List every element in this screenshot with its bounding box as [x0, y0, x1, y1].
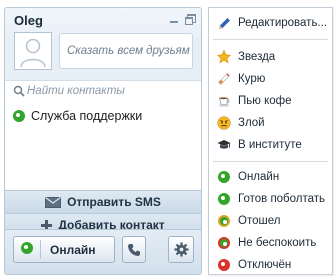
graduation-cap-icon [217, 138, 231, 152]
profile-header: Oleg Сказать всем друзьям [5, 8, 201, 80]
phone-icon [128, 243, 140, 256]
send-sms-button[interactable]: Отправить SMS [5, 190, 201, 213]
contact-list: Служба поддержки [5, 102, 201, 202]
online-status-icon [218, 171, 230, 183]
menu-divider [213, 161, 328, 162]
menu-item-label: Онлайн [238, 171, 280, 183]
search-icon [13, 85, 25, 97]
menu-item-label: Звезда [238, 51, 276, 63]
person-silhouette-icon [20, 38, 46, 68]
envelope-icon [45, 196, 62, 208]
messenger-panel: Oleg Сказать всем друзьям Найти контакты… [4, 7, 202, 275]
send-sms-label: Отправить SMS [67, 195, 161, 209]
avatar[interactable] [14, 32, 52, 70]
status-selector-label: Онлайн [50, 243, 96, 257]
status-message-input[interactable]: Сказать всем друзьям [59, 33, 193, 69]
pencil-icon [217, 16, 231, 30]
do-not-disturb-status-icon [218, 237, 230, 249]
menu-item-status-away[interactable]: Отошел [209, 210, 332, 232]
menu-item-mood-star[interactable]: Звезда [209, 46, 332, 68]
list-item[interactable]: Служба поддержки [13, 109, 142, 123]
angry-face-icon [217, 116, 231, 130]
search-input[interactable]: Найти контакты [27, 85, 125, 97]
call-button[interactable] [122, 236, 146, 263]
menu-item-label: Курю [238, 73, 266, 85]
menu-item-status-chat[interactable]: Готов поболтать [209, 188, 332, 210]
menu-item-status-online[interactable]: Онлайн [209, 166, 332, 188]
minimize-icon[interactable] [169, 14, 179, 24]
free-for-chat-status-icon [218, 193, 230, 205]
menu-item-label: Отключён [238, 259, 292, 271]
online-status-icon [13, 110, 25, 122]
offline-status-icon [218, 259, 230, 271]
coffee-icon [217, 94, 231, 108]
menu-item-label: Злой [238, 117, 265, 129]
online-status-icon [21, 242, 33, 254]
star-icon [217, 50, 231, 64]
menu-item-label: Готов поболтать [238, 193, 326, 205]
menu-item-label: Пью кофе [238, 95, 292, 107]
menu-item-mood-angry[interactable]: Злой [209, 112, 332, 134]
status-menu: Редактировать... Звезда Курю Пью кофе Зл… [208, 7, 333, 275]
menu-item-edit[interactable]: Редактировать... [209, 12, 332, 34]
menu-item-mood-institute[interactable]: В институте [209, 134, 332, 156]
status-selector-button[interactable]: Онлайн [13, 236, 115, 263]
restore-icon[interactable] [185, 14, 196, 25]
menu-divider [213, 39, 328, 40]
menu-item-mood-coffee[interactable]: Пью кофе [209, 90, 332, 112]
contact-search[interactable]: Найти контакты [5, 80, 201, 103]
menu-item-label: Не беспокоить [238, 237, 317, 249]
menu-item-status-offline[interactable]: Отключён [209, 254, 332, 276]
menu-item-mood-smoking[interactable]: Курю [209, 68, 332, 90]
gear-icon [173, 242, 189, 257]
menu-item-status-dnd[interactable]: Не беспокоить [209, 232, 332, 254]
cigarette-icon [217, 72, 231, 86]
menu-item-label: Редактировать... [238, 17, 328, 29]
menu-item-label: В институте [238, 139, 302, 151]
contact-name: Служба поддержки [31, 109, 143, 123]
settings-button[interactable] [168, 236, 194, 263]
away-status-icon [218, 215, 230, 227]
username: Oleg [14, 13, 43, 28]
menu-item-label: Отошел [238, 215, 281, 227]
bottom-toolbar: Онлайн [5, 229, 201, 274]
window-controls [169, 14, 196, 25]
